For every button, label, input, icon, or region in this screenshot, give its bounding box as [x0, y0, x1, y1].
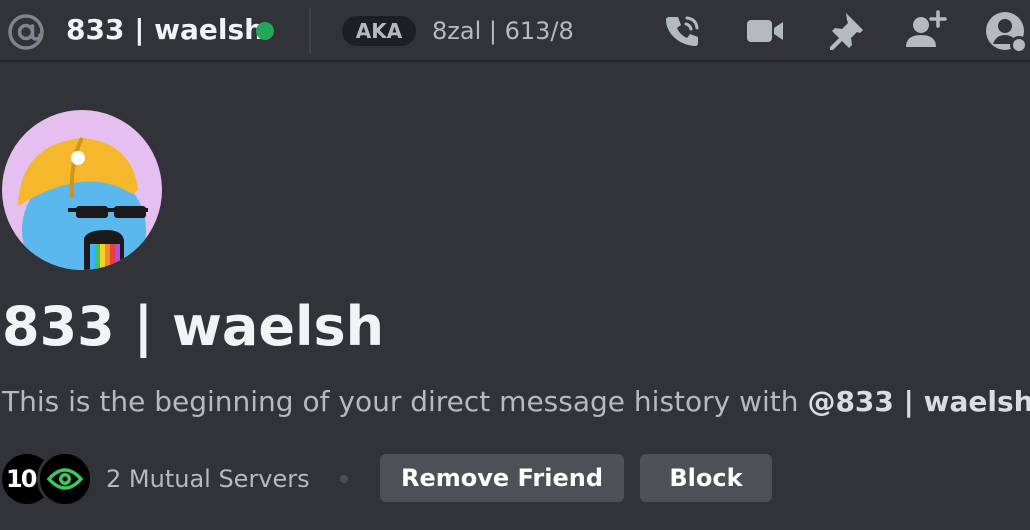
- add-friends-to-dm-icon[interactable]: [902, 8, 948, 54]
- separator-dot: [340, 475, 348, 483]
- block-button[interactable]: Block: [640, 454, 772, 502]
- voice-call-icon[interactable]: [660, 8, 706, 54]
- aka-names: 8zal | 613/8: [432, 17, 574, 45]
- mutual-servers-link[interactable]: 2 Mutual Servers: [106, 460, 310, 498]
- user-avatar[interactable]: [2, 110, 162, 270]
- welcome-username: 833 | waelsh: [2, 295, 385, 358]
- header-divider: [309, 8, 311, 54]
- mutual-servers-row: 10( 2 Mutual Servers Remove Friend Block: [0, 450, 1030, 508]
- aka-badge: AKA: [342, 16, 416, 46]
- welcome-intro: This is the beginning of your direct mes…: [2, 382, 1030, 422]
- mutual-server-eye-icon[interactable]: [40, 454, 90, 504]
- video-call-icon[interactable]: [742, 8, 788, 54]
- user-profile-icon[interactable]: [982, 8, 1028, 54]
- dm-header: 833 | waelsh AKA 8zal | 613/8: [0, 0, 1030, 62]
- at-sign-icon: [6, 12, 46, 52]
- pinned-messages-icon[interactable]: [822, 8, 868, 54]
- dm-title[interactable]: 833 | waelsh: [66, 10, 264, 50]
- online-status-indicator: [256, 22, 274, 40]
- welcome-intro-prefix: This is the beginning of your direct mes…: [2, 385, 808, 418]
- user-mention[interactable]: @833 | waelsh: [807, 385, 1030, 418]
- remove-friend-button[interactable]: Remove Friend: [380, 454, 624, 502]
